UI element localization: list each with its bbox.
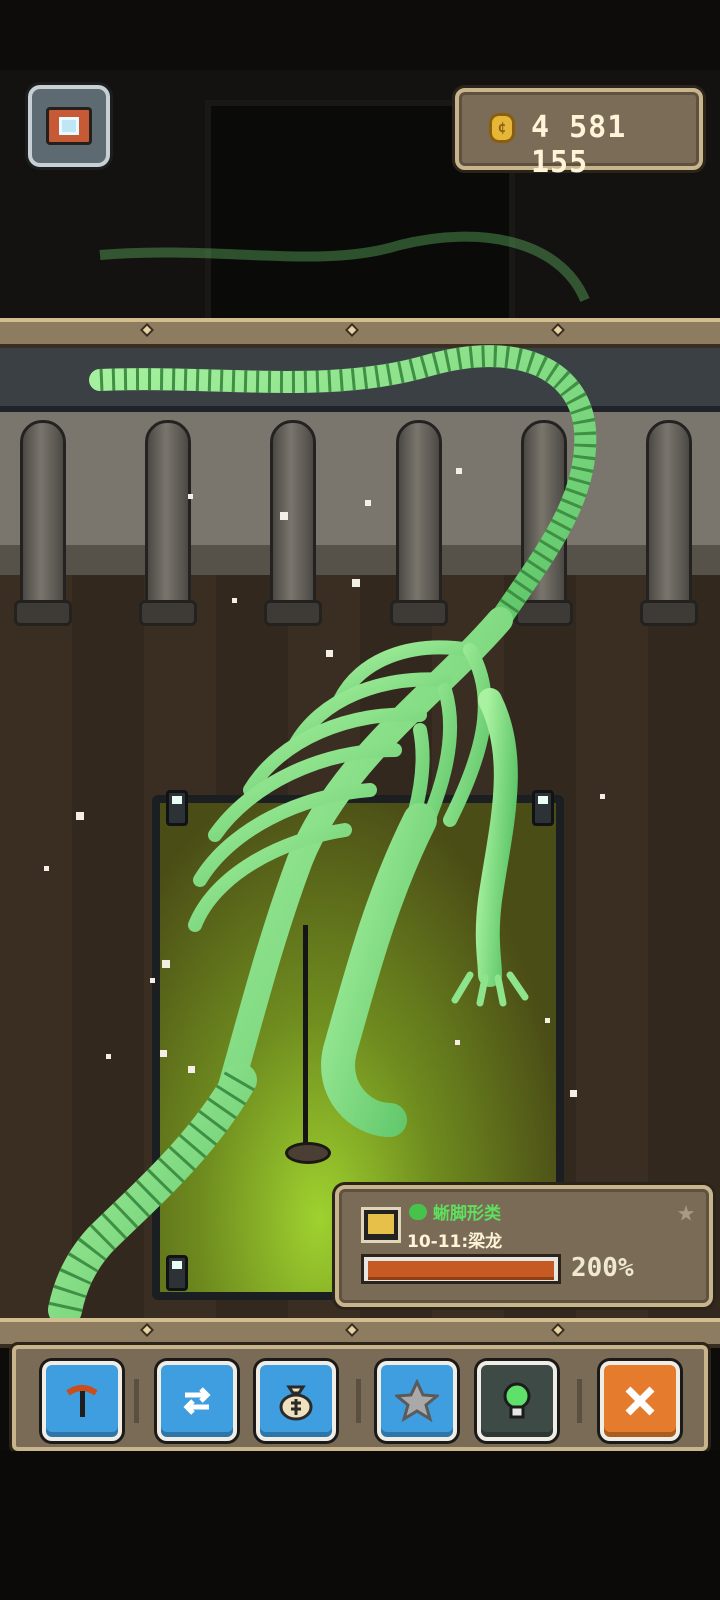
progress-label: 200% [571,1253,634,1283]
progress-bar [361,1254,561,1284]
exhibit-name: 10-11:梁龙 [407,1232,503,1252]
neck-shadow [99,231,590,303]
toolbar-separator [134,1379,139,1423]
hind-leg [321,803,437,1137]
camera-icon [46,107,92,145]
category-dot-icon [409,1204,427,1220]
swap-icon [183,1387,211,1415]
bottom-toolbar [12,1345,708,1451]
sparkles [44,468,605,1097]
coin-value: 4 581 155 [531,110,627,180]
coin-counter: ¢ 4 581 155 [455,88,703,180]
coin-icon: ¢ [489,113,515,143]
diplodocus-skeleton[interactable] [0,0,720,1320]
camera-button[interactable] [28,85,110,167]
toolbar-separator [356,1379,361,1423]
neck-segments [99,345,597,627]
star-icon [395,1379,439,1423]
exhibit-class: 蜥脚形类 [433,1204,501,1224]
swap-button[interactable] [157,1361,237,1441]
bottom-shadow [0,1451,720,1600]
monitor-icon [361,1207,401,1243]
favorite-star-icon[interactable]: ★ [677,1197,695,1227]
light-button[interactable] [477,1361,557,1441]
favorite-button[interactable] [377,1361,457,1441]
money-bag-icon [279,1385,313,1421]
progress-fill [368,1261,554,1280]
pickaxe-icon [66,1385,98,1417]
sell-button[interactable] [256,1361,336,1441]
bottom-rail [0,1318,720,1348]
close-button[interactable] [600,1361,680,1441]
toolbar-separator [577,1379,582,1423]
lightbulb-icon [503,1382,531,1419]
dig-button[interactable] [42,1361,122,1441]
camera-lens [59,117,79,135]
front-leg [475,688,518,987]
exhibit-info-card[interactable]: 蜥脚形类 10-11:梁龙 ★ 200% [335,1185,713,1307]
neck-vertebrae [89,345,597,631]
close-icon [625,1386,655,1416]
